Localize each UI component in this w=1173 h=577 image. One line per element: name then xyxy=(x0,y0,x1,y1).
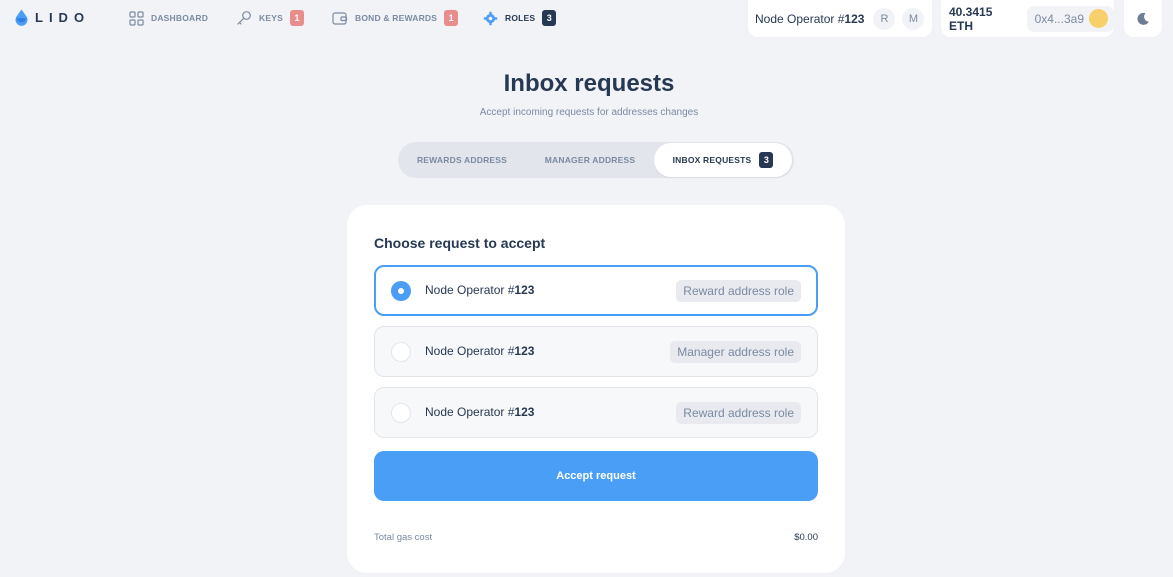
nav-bond-rewards-label: BOND & REWARDS xyxy=(355,13,438,23)
card-title: Choose request to accept xyxy=(374,235,546,251)
nav-bond-rewards[interactable]: BOND & REWARDS 1 xyxy=(332,9,459,27)
nav-keys-label: KEYS xyxy=(259,13,283,23)
operator-selector[interactable]: Node Operator #123 R M xyxy=(748,0,932,37)
top-nav: LIDO DASHBOARD KEYS 1 BOND & REWARDS 1 R… xyxy=(0,0,1173,38)
roles-count-badge: 3 xyxy=(542,10,557,26)
role-chip-manager: M xyxy=(902,7,925,30)
role-chip-rewards: R xyxy=(873,7,896,30)
avatar xyxy=(1089,9,1108,28)
nav-dashboard-label: DASHBOARD xyxy=(151,13,209,23)
radio-button[interactable] xyxy=(391,342,411,362)
request-option[interactable]: Node Operator #123 Reward address role xyxy=(374,387,818,438)
grid-icon xyxy=(129,10,144,26)
logo[interactable]: LIDO xyxy=(15,9,90,26)
page-subtitle: Accept incoming requests for addresses c… xyxy=(479,107,699,118)
wallet-button[interactable]: 40.3415 ETH 0x4...3a9 xyxy=(941,0,1114,37)
request-role-tag: Manager address role xyxy=(670,341,801,363)
radio-button[interactable] xyxy=(391,281,411,301)
keys-count-badge: 1 xyxy=(289,10,304,26)
inbox-count-badge: 3 xyxy=(759,152,774,168)
tab-manager-address-label: MANAGER ADDRESS xyxy=(544,155,636,165)
accept-request-button[interactable]: Accept request xyxy=(374,451,818,501)
request-operator-name: Node Operator #123 xyxy=(425,344,535,358)
nav-roles[interactable]: ROLES 3 xyxy=(483,9,557,27)
tab-inbox-requests[interactable]: INBOX REQUESTS 3 xyxy=(654,143,792,177)
page-title: Inbox requests xyxy=(503,70,675,97)
request-role-tag: Reward address role xyxy=(676,280,801,302)
key-icon xyxy=(237,11,251,25)
requests-card: Choose request to accept Node Operator #… xyxy=(347,205,845,573)
gear-icon xyxy=(483,11,498,25)
tab-manager-address[interactable]: MANAGER ADDRESS xyxy=(526,142,654,178)
request-option[interactable]: Node Operator #123 Reward address role xyxy=(374,265,818,316)
tab-inbox-requests-label: INBOX REQUESTS xyxy=(672,155,752,165)
wallet-icon xyxy=(332,11,348,25)
address-chip: 0x4...3a9 xyxy=(1026,5,1114,32)
request-operator-name: Node Operator #123 xyxy=(425,283,535,297)
gas-cost-label: Total gas cost xyxy=(374,532,433,543)
eth-balance: 40.3415 ETH xyxy=(949,4,993,33)
request-role-tag: Reward address role xyxy=(676,402,801,424)
request-operator-name: Node Operator #123 xyxy=(425,405,535,419)
radio-button[interactable] xyxy=(391,403,411,423)
moon-icon xyxy=(1137,12,1149,25)
operator-name: Node Operator #123 xyxy=(755,11,865,26)
logo-text: LIDO xyxy=(35,10,91,25)
tab-rewards-address-label: REWARDS ADDRESS xyxy=(416,155,508,165)
tab-rewards-address[interactable]: REWARDS ADDRESS xyxy=(398,142,526,178)
wallet-address: 0x4...3a9 xyxy=(1034,11,1084,26)
theme-toggle-button[interactable] xyxy=(1124,0,1162,37)
request-option[interactable]: Node Operator #123 Manager address role xyxy=(374,326,818,377)
nav-roles-label: ROLES xyxy=(505,13,536,23)
role-tabs: REWARDS ADDRESS MANAGER ADDRESS INBOX RE… xyxy=(398,142,794,178)
nav-dashboard[interactable]: DASHBOARD xyxy=(129,9,208,27)
nav-keys[interactable]: KEYS 1 xyxy=(236,9,304,27)
lido-drop-icon xyxy=(15,9,28,26)
gas-cost-value: $0.00 xyxy=(794,532,818,543)
bond-rewards-count-badge: 1 xyxy=(444,10,459,26)
